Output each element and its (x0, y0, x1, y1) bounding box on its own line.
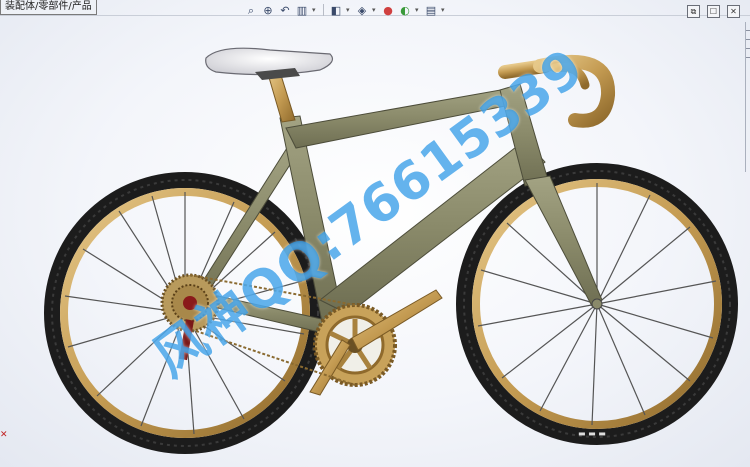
front-hub (591, 298, 603, 310)
seatpost-saddle (205, 47, 333, 123)
coordinate-triad: ✕ (0, 430, 8, 440)
rim-decal: ▬ ▬ ▬ (578, 429, 606, 438)
